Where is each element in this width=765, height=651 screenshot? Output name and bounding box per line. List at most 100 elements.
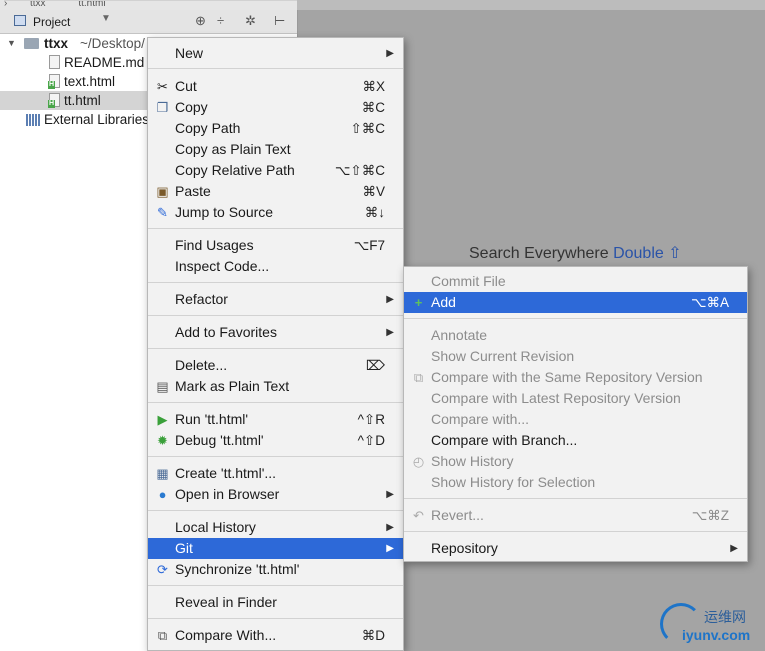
create-config-icon: ▦ — [156, 466, 169, 481]
hide-panel-icon[interactable]: ⊢ — [274, 13, 285, 29]
folder-icon — [24, 38, 39, 49]
menu-item-copy-plain-text[interactable]: Copy as Plain Text — [148, 139, 403, 160]
menu-item-refactor[interactable]: Refactor ▶ — [148, 289, 403, 310]
menu-item-label: Paste — [175, 183, 211, 199]
tree-item-path: ~/Desktop/ — [80, 36, 145, 51]
menu-item-delete[interactable]: Delete... ⌦ — [148, 355, 403, 376]
menu-separator — [148, 510, 403, 511]
collapse-all-icon[interactable]: ÷ — [217, 13, 224, 28]
expand-arrow-icon[interactable]: ▼ — [7, 34, 16, 53]
menu-item-show-current-revision[interactable]: Show Current Revision — [404, 346, 747, 367]
menu-item-shortcut: ^⇧D — [357, 433, 385, 448]
menu-item-paste[interactable]: ▣ Paste ⌘V — [148, 181, 403, 202]
menu-item-label: Compare with... — [431, 411, 530, 427]
menu-item-cut[interactable]: ✂ Cut ⌘X — [148, 76, 403, 97]
revert-icon: ↶ — [413, 508, 424, 523]
menu-item-label: Add — [431, 294, 456, 310]
menu-item-revert[interactable]: ↶ Revert... ⌥⌘Z — [404, 505, 747, 526]
menu-item-add-to-favorites[interactable]: Add to Favorites ▶ — [148, 322, 403, 343]
breadcrumb-file[interactable]: tt.html — [78, 0, 105, 9]
menu-item-label: Local History — [175, 519, 256, 535]
menu-item-git[interactable]: Git ▶ — [148, 538, 403, 559]
menu-item-label: Add to Favorites — [175, 324, 277, 340]
menu-item-shortcut: ⌥⇧⌘C — [334, 163, 385, 178]
menu-item-jump-to-source[interactable]: ✎ Jump to Source ⌘↓ — [148, 202, 403, 223]
menu-separator — [148, 282, 403, 283]
debug-icon: ✹ — [157, 433, 168, 448]
menu-item-label: New — [175, 45, 204, 61]
menu-item-copy-path[interactable]: Copy Path ⇧⌘C — [148, 118, 403, 139]
watermark-logo: 运维网 iyunv.com — [660, 601, 760, 649]
menu-item-shortcut: ^⇧R — [357, 412, 385, 427]
tree-item-label: tt.html — [64, 93, 101, 108]
menu-item-label: Show History for Selection — [431, 474, 596, 490]
sync-icon: ⟳ — [157, 562, 168, 577]
menu-separator — [148, 402, 403, 403]
menu-item-label: Jump to Source — [175, 204, 274, 220]
editor-top-strip — [297, 0, 765, 10]
menu-item-show-history[interactable]: ◴ Show History — [404, 451, 747, 472]
menu-item-open-in-browser[interactable]: ● Open in Browser ▶ — [148, 484, 403, 505]
menu-separator — [404, 498, 747, 499]
menu-item-label: Find Usages — [175, 237, 254, 253]
chevron-down-icon[interactable]: ▼ — [101, 13, 111, 24]
project-view-icon — [14, 15, 26, 26]
gear-icon[interactable]: ✲ — [245, 13, 256, 29]
breadcrumb-project[interactable]: ttxx — [30, 0, 46, 9]
locate-icon[interactable]: ⊕ — [195, 13, 206, 29]
menu-item-reveal-in-finder[interactable]: Reveal in Finder — [148, 592, 403, 613]
menu-item-label: Create 'tt.html'... — [175, 465, 277, 481]
menu-item-label: Reveal in Finder — [175, 594, 277, 610]
menu-separator — [148, 228, 403, 229]
tree-item-label: README.md — [64, 55, 145, 70]
search-hint-text: Search Everywhere — [469, 245, 609, 262]
menu-item-mark-plain-text[interactable]: ▤ Mark as Plain Text — [148, 376, 403, 397]
menu-item-label: Copy Path — [175, 120, 241, 136]
menu-item-new[interactable]: New ▶ — [148, 43, 403, 64]
menu-item-inspect-code[interactable]: Inspect Code... — [148, 256, 403, 277]
menu-item-compare-with[interactable]: ⧉ Compare With... ⌘D — [148, 625, 403, 646]
project-view-selector[interactable]: Project — [33, 15, 70, 29]
menu-separator — [148, 618, 403, 619]
menu-separator — [148, 456, 403, 457]
project-panel-header: Project ▼ ⊕ ÷ ✲ ⊢ — [0, 10, 297, 34]
menu-item-compare-latest-repo[interactable]: Compare with Latest Repository Version — [404, 388, 747, 409]
run-icon: ▶ — [157, 412, 168, 427]
menu-item-label: Compare with Latest Repository Version — [431, 390, 681, 406]
menu-item-local-history[interactable]: Local History ▶ — [148, 517, 403, 538]
menu-item-label: Copy Relative Path — [175, 162, 295, 178]
menu-item-label: Repository — [431, 540, 498, 556]
menu-item-compare-with[interactable]: Compare with... — [404, 409, 747, 430]
menu-item-label: Compare With... — [175, 627, 277, 643]
menu-item-synchronize[interactable]: ⟳ Synchronize 'tt.html' — [148, 559, 403, 580]
tree-item-label: ttxx — [44, 36, 69, 51]
menu-item-repository[interactable]: Repository ▶ — [404, 538, 747, 559]
menu-item-add[interactable]: + Add ⌥⌘A — [404, 292, 747, 313]
menu-item-label: Commit File — [431, 273, 506, 289]
menu-item-copy[interactable]: ❐ Copy ⌘C — [148, 97, 403, 118]
menu-item-label: Compare with Branch... — [431, 432, 578, 448]
history-icon: ◴ — [412, 454, 425, 469]
menu-item-shortcut: ⌘V — [362, 184, 385, 199]
menu-item-compare-with-branch[interactable]: Compare with Branch... — [404, 430, 747, 451]
menu-item-copy-relative-path[interactable]: Copy Relative Path ⌥⇧⌘C — [148, 160, 403, 181]
menu-item-debug[interactable]: ✹ Debug 'tt.html' ^⇧D — [148, 430, 403, 451]
menu-item-run[interactable]: ▶ Run 'tt.html' ^⇧R — [148, 409, 403, 430]
menu-item-shortcut: ⌘↓ — [364, 205, 385, 220]
menu-separator — [148, 348, 403, 349]
submenu-arrow-icon: ▶ — [730, 543, 738, 554]
menu-item-shortcut: ⌘C — [361, 100, 385, 115]
menu-item-label: Annotate — [431, 327, 488, 343]
menu-item-compare-same-repo[interactable]: ⧉ Compare with the Same Repository Versi… — [404, 367, 747, 388]
menu-item-show-history-selection[interactable]: Show History for Selection — [404, 472, 747, 493]
tree-item-label: text.html — [64, 74, 116, 89]
menu-item-shortcut: ⌥F7 — [353, 238, 385, 253]
menu-item-create-config[interactable]: ▦ Create 'tt.html'... — [148, 463, 403, 484]
menu-item-annotate[interactable]: Annotate — [404, 325, 747, 346]
menu-item-commit-file[interactable]: Commit File — [404, 271, 747, 292]
menu-item-shortcut: ⌘X — [362, 79, 385, 94]
menu-separator — [404, 318, 747, 319]
submenu-arrow-icon: ▶ — [386, 294, 394, 305]
menu-item-find-usages[interactable]: Find Usages ⌥F7 — [148, 235, 403, 256]
menu-item-label: Copy as Plain Text — [175, 141, 291, 157]
